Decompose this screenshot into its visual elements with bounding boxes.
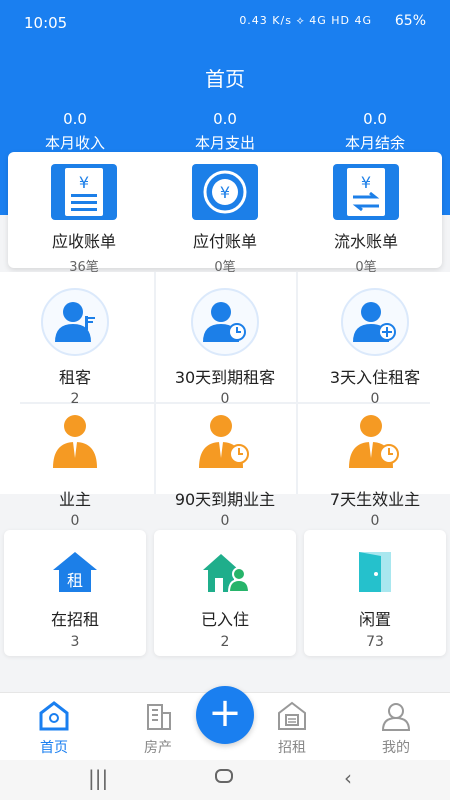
nav-label: 首页 [40,740,68,756]
tenants-checkin-3-button[interactable]: 3天入住租客 0 [305,288,445,407]
owner-label: 7天生效业主 [329,490,421,509]
nav-property[interactable]: 房产 [118,701,198,757]
bill-label: 应付账单 [192,232,257,251]
recent-apps-icon[interactable]: ||| [88,766,108,790]
battery-level: 65% [394,13,426,29]
room-status-count: 73 [366,634,384,650]
svg-text:¥: ¥ [79,173,89,192]
building-icon [142,701,174,731]
payable-bill-button[interactable]: ¥ 应付账单 0笔 [165,164,285,275]
home-button-icon[interactable] [214,766,234,791]
house-list-icon [276,701,308,731]
people-grid: 租客 2 30天到期租客 0 3天入住租客 0 业主 0 90天到期业主 0 7… [0,272,450,529]
tenant-label: 租客 [58,368,91,387]
status-bar: 10:05 0.43 K/s ⟡ 4G HD 4G 65% [0,0,450,46]
add-button[interactable]: + [196,686,254,744]
room-status-label: 闲置 [358,610,391,629]
door-icon [351,550,399,594]
summary-label: 本月结余 [344,134,405,152]
home-icon [38,701,70,731]
nav-mine[interactable]: 我的 [356,701,436,757]
owner-count: 0 [370,513,380,529]
bills-card: ¥ 应收账单 36笔 ¥ 应付账单 0笔 ¥ 流水账单 0笔 [8,152,442,275]
owner-count: 0 [220,513,230,529]
owner-clock-icon [191,410,259,478]
status-indicators: 0.43 K/s ⟡ 4G HD 4G [239,14,372,27]
tenant-count: 0 [370,391,380,407]
house-rent-icon: 租 [51,550,99,594]
nav-label: 我的 [382,740,410,756]
back-icon[interactable]: ‹ [344,766,352,790]
summary-income[interactable]: 0.0 本月收入 [15,110,135,153]
page-title: 首页 [205,67,245,91]
nav-recruit[interactable]: 招租 [252,701,332,757]
tenant-icon [41,288,109,356]
owners-button[interactable]: 业主 0 [5,410,145,529]
tenant-count: 2 [70,391,80,407]
room-status-label: 在招租 [50,610,99,629]
nav-label: 房产 [144,740,172,756]
tenant-label: 3天入住租客 [329,368,421,387]
nav-label: 招租 [278,740,306,756]
vacant-button[interactable]: 闲置 73 [304,530,446,656]
occupied-button[interactable]: 已入住 2 [154,530,296,656]
summary-label: 本月收入 [44,134,105,152]
bill-label: 流水账单 [333,232,398,251]
tenants-expiring-30-button[interactable]: 30天到期租客 0 [155,288,295,407]
room-status-count: 2 [220,634,230,650]
divider [296,272,298,494]
for-rent-button[interactable]: 租 在招租 3 [4,530,146,656]
summary-value: 0.0 [63,110,87,128]
flow-bill-icon: ¥ [333,164,399,220]
house-person-icon [201,550,251,594]
bill-label: 应收账单 [51,232,116,251]
room-status-label: 已入住 [200,610,249,629]
summary-value: 0.0 [213,110,237,128]
owners-expiring-90-button[interactable]: 90天到期业主 0 [155,410,295,529]
tenant-clock-icon [191,288,259,356]
summary-balance[interactable]: 0.0 本月结余 [315,110,435,153]
system-nav-bar: ||| ‹ [0,760,450,800]
flow-bill-button[interactable]: ¥ 流水账单 0笔 [306,164,426,275]
svg-text:¥: ¥ [220,183,230,202]
receivable-bill-button[interactable]: ¥ 应收账单 36笔 [24,164,144,275]
summary-expense[interactable]: 0.0 本月支出 [165,110,285,153]
tenant-add-icon [341,288,409,356]
payable-bill-icon: ¥ [192,164,258,220]
nav-home[interactable]: 首页 [14,701,94,757]
owner-label: 90天到期业主 [174,490,276,509]
receivable-bill-icon: ¥ [51,164,117,220]
owner-clock-icon [341,410,409,478]
user-icon [380,701,412,731]
owner-count: 0 [70,513,80,529]
svg-text:租: 租 [67,571,83,590]
tenant-label: 30天到期租客 [174,368,276,387]
summary-value: 0.0 [363,110,387,128]
status-time: 10:05 [24,14,68,32]
svg-text:¥: ¥ [361,173,371,192]
tenants-button[interactable]: 租客 2 [5,288,145,407]
tenant-count: 0 [220,391,230,407]
owners-effective-7-button[interactable]: 7天生效业主 0 [305,410,445,529]
owner-label: 业主 [58,490,91,509]
summary-label: 本月支出 [194,134,255,152]
room-status-count: 3 [70,634,80,650]
owner-icon [41,410,109,478]
